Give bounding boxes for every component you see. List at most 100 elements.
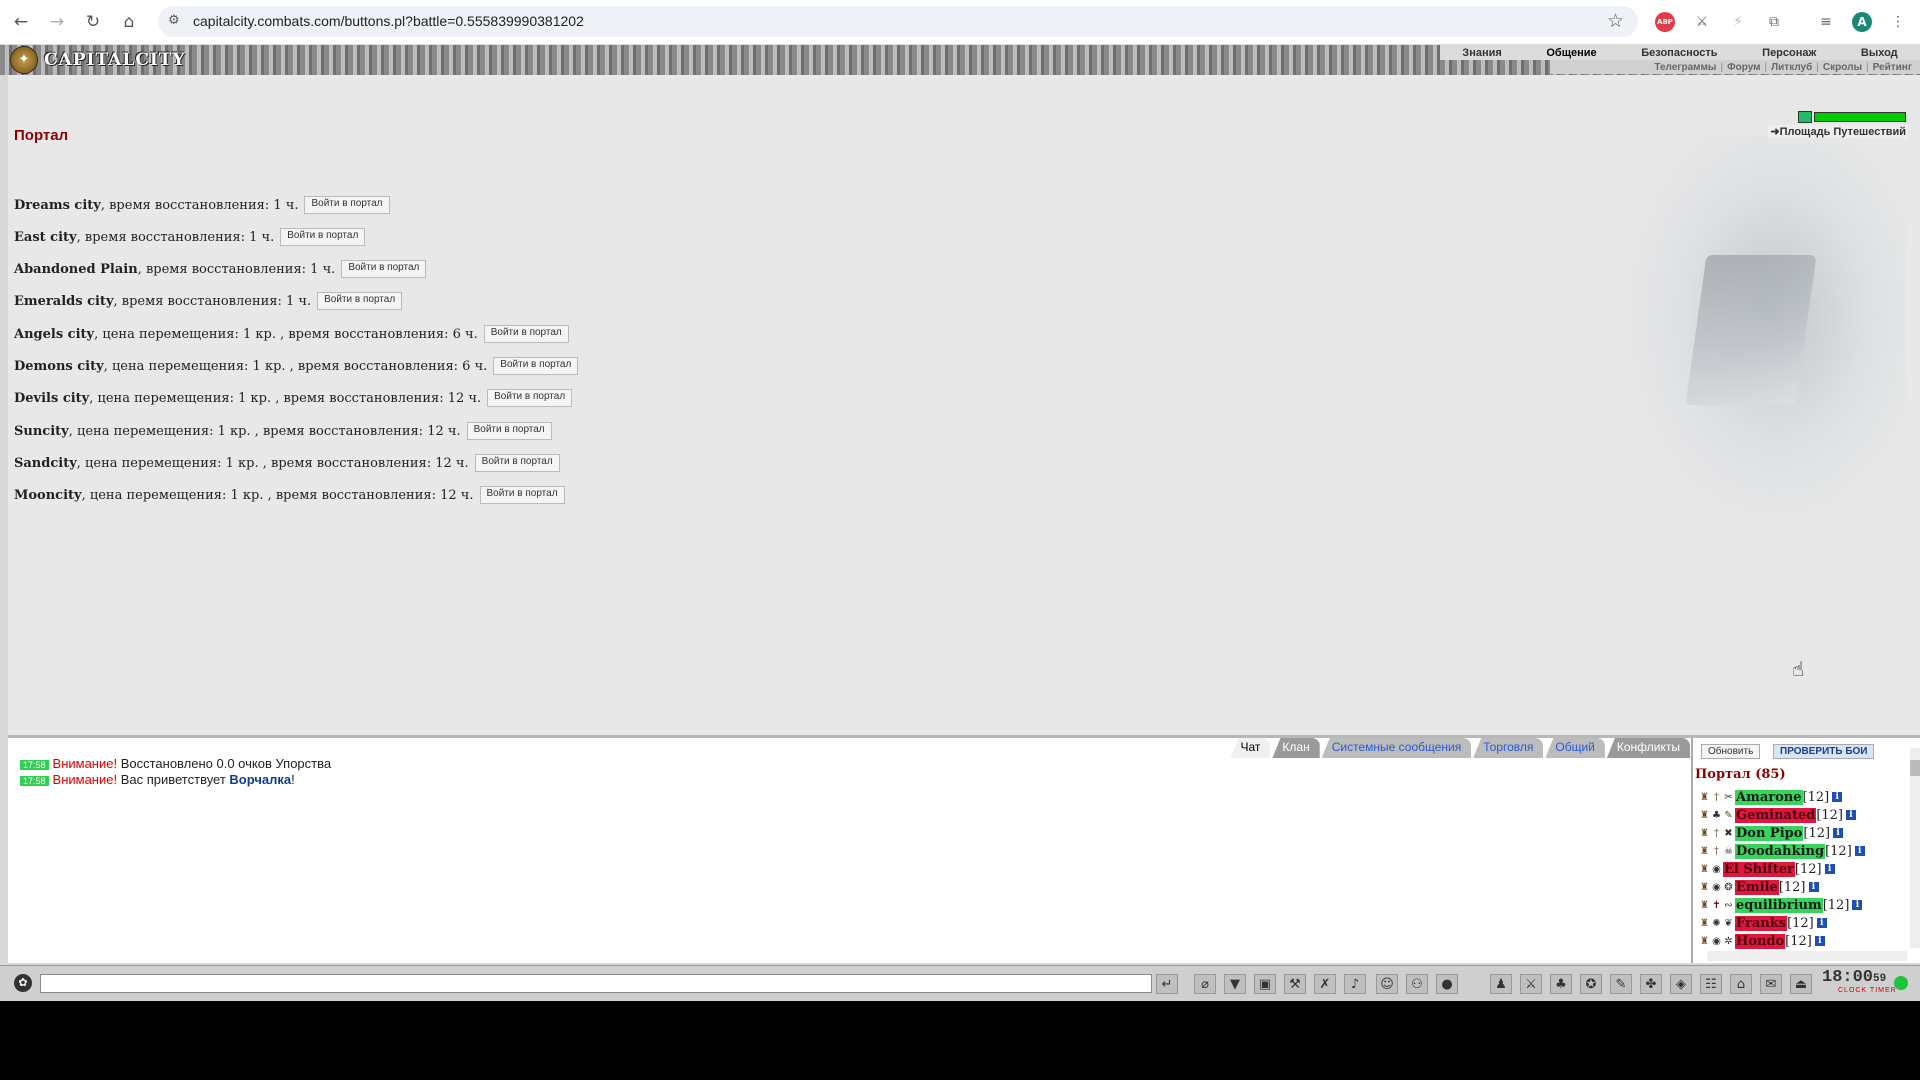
menu-character[interactable]: Персонаж	[1762, 47, 1816, 59]
save-icon[interactable]: ▣	[1254, 974, 1276, 994]
spell-icon[interactable]: ✗	[1314, 974, 1336, 994]
house-icon[interactable]: ⌂	[1730, 974, 1752, 994]
extension-icon[interactable]: ⚔	[1692, 12, 1712, 32]
filter-icon[interactable]: ▼	[1224, 974, 1246, 994]
submenu-litclub[interactable]: Литклуб	[1771, 62, 1812, 73]
user-name[interactable]: Franks	[1735, 915, 1788, 931]
info-icon[interactable]: i	[1852, 900, 1863, 910]
info-icon[interactable]: i	[1854, 846, 1865, 856]
enter-portal-button[interactable]: Войти в портал	[317, 292, 403, 310]
ball-icon[interactable]: ●	[1436, 974, 1458, 994]
chat-settings-icon[interactable]: ✿	[14, 974, 32, 992]
online-list-scrollbar[interactable]	[1910, 748, 1920, 948]
gold-icon[interactable]: ✪	[1580, 974, 1602, 994]
friends-icon[interactable]: ☷	[1700, 974, 1722, 994]
menu-exit[interactable]: Выход	[1861, 47, 1898, 59]
map-icon[interactable]: ✤	[1640, 974, 1662, 994]
user-name[interactable]: Geminated	[1735, 807, 1817, 823]
align-icon: †	[1714, 827, 1719, 839]
enter-portal-button[interactable]: Войти в портал	[466, 422, 552, 440]
combat-icon[interactable]: ⚔	[1520, 974, 1542, 994]
enter-portal-button[interactable]: Войти в портал	[483, 325, 569, 343]
user-row[interactable]: ♜ ◉ ✲ Hondo [12] i	[1699, 933, 1825, 949]
travel-square-link[interactable]: ➜Площадь Путешествий	[1768, 125, 1908, 138]
info-icon[interactable]: i	[1846, 810, 1856, 820]
tab-general[interactable]: Общий	[1545, 738, 1605, 758]
clear-icon[interactable]: ⌀	[1194, 974, 1216, 994]
profile-avatar[interactable]: A	[1852, 12, 1872, 32]
reading-list-icon[interactable]: ≡	[1816, 12, 1836, 32]
user-name[interactable]: El Shifter	[1723, 861, 1795, 877]
enter-portal-button[interactable]: Войти в портал	[487, 389, 573, 407]
tribe-icon[interactable]: ⚇	[1406, 974, 1428, 994]
tab-clan[interactable]: Клан	[1272, 738, 1320, 758]
exit-icon[interactable]: ⏏	[1790, 974, 1812, 994]
adblock-icon[interactable]: ABP	[1655, 12, 1675, 32]
user-row[interactable]: ♜ † ✖ Don Pipo [12] i	[1699, 825, 1844, 841]
rank-icon: ♜	[1700, 791, 1709, 803]
refresh-button[interactable]: Обновить	[1701, 744, 1761, 759]
tab-system[interactable]: Системные сообщения	[1321, 738, 1472, 758]
back-icon[interactable]: ←	[10, 11, 32, 33]
info-icon[interactable]: i	[1824, 864, 1835, 874]
tab-chat[interactable]: Чат	[1230, 738, 1271, 758]
enter-portal-button[interactable]: Войти в портал	[304, 196, 390, 214]
user-name[interactable]: Hondo	[1735, 933, 1786, 949]
tab-trade[interactable]: Торговля	[1473, 738, 1544, 758]
user-row[interactable]: ♜ ◉ El Shifter [12] i	[1699, 861, 1835, 877]
user-name[interactable]: Emile	[1735, 879, 1779, 895]
translit-icon[interactable]: ⚒	[1284, 974, 1306, 994]
extension-icon[interactable]: ⚡	[1728, 12, 1748, 32]
enter-portal-button[interactable]: Войти в портал	[280, 228, 366, 246]
enter-portal-button[interactable]: Войти в портал	[493, 357, 579, 375]
check-battles-button[interactable]: ПРОВЕРИТЬ БОИ	[1773, 744, 1875, 759]
user-name[interactable]: equilibrium	[1735, 897, 1823, 913]
smiley-icon[interactable]: ☺	[1376, 974, 1398, 994]
site-info-icon[interactable]: ⚙	[168, 13, 180, 28]
enter-portal-button[interactable]: Войти в портал	[474, 454, 560, 472]
bookmark-star-icon[interactable]: ☆	[1607, 10, 1624, 32]
home-icon[interactable]: ⌂	[118, 11, 140, 33]
menu-knowledge[interactable]: Знания	[1462, 47, 1501, 59]
user-name[interactable]: Doodahking	[1735, 843, 1826, 859]
sound-icon[interactable]: ♪	[1344, 974, 1366, 994]
inventory-icon[interactable]: ♟	[1490, 974, 1512, 994]
user-name[interactable]: Don Pipo	[1735, 825, 1804, 841]
user-row[interactable]: ♜ ◉ ❂ Emile [12] i	[1699, 879, 1819, 895]
online-list-hscrollbar[interactable]	[1707, 951, 1907, 961]
menu-security[interactable]: Безопасность	[1641, 47, 1717, 59]
user-row[interactable]: ♜ ✺ ❦ Franks [12] i	[1699, 915, 1827, 931]
user-row[interactable]: ♜ † ✂ Amarone [12] i	[1699, 789, 1843, 805]
send-icon[interactable]: ↵	[1156, 974, 1178, 994]
info-icon[interactable]: i	[1832, 792, 1843, 802]
user-row[interactable]: ♜ ✝ ∾ equilibrium [12] i	[1699, 897, 1863, 913]
user-row[interactable]: ♜ ♣ ✎ Geminated [12] i	[1699, 807, 1856, 823]
mail-icon[interactable]: ✉	[1760, 974, 1782, 994]
enter-portal-button[interactable]: Войти в портал	[479, 486, 565, 504]
location-artwork	[1616, 135, 1906, 535]
submenu-forum[interactable]: Форум	[1727, 62, 1760, 73]
shield-icon[interactable]: ◈	[1670, 974, 1692, 994]
menu-communication[interactable]: Общение	[1546, 47, 1596, 59]
scroll-icon[interactable]: ✎	[1610, 974, 1632, 994]
extensions-puzzle-icon[interactable]: ⧉	[1764, 12, 1784, 32]
menu-kebab-icon[interactable]: ⋮	[1888, 12, 1908, 32]
submenu-scrolls[interactable]: Скролы	[1823, 62, 1862, 73]
info-icon[interactable]: i	[1814, 936, 1825, 946]
chat-nick[interactable]: Ворчалка	[229, 772, 291, 787]
info-icon[interactable]: i	[1816, 918, 1827, 928]
user-row[interactable]: ♜ † ☠ Doodahking [12] i	[1699, 843, 1865, 859]
info-icon[interactable]: i	[1808, 882, 1819, 892]
user-name[interactable]: Amarone	[1735, 789, 1803, 805]
url-text[interactable]: capitalcity.combats.com/buttons.pl?battl…	[193, 13, 584, 29]
address-bar[interactable]: ⚙ capitalcity.combats.com/buttons.pl?bat…	[158, 6, 1638, 37]
chat-input[interactable]	[40, 974, 1152, 993]
info-icon[interactable]: i	[1833, 828, 1844, 838]
submenu-telegrams[interactable]: Телеграммы	[1654, 62, 1716, 73]
submenu-rating[interactable]: Рейтинг	[1873, 62, 1912, 73]
bag-icon[interactable]: ♣	[1550, 974, 1572, 994]
enter-portal-button[interactable]: Войти в портал	[341, 260, 427, 278]
reload-icon[interactable]: ↻	[82, 11, 104, 33]
forward-icon[interactable]: →	[46, 11, 68, 33]
tab-conflicts[interactable]: Конфликты	[1606, 738, 1690, 758]
